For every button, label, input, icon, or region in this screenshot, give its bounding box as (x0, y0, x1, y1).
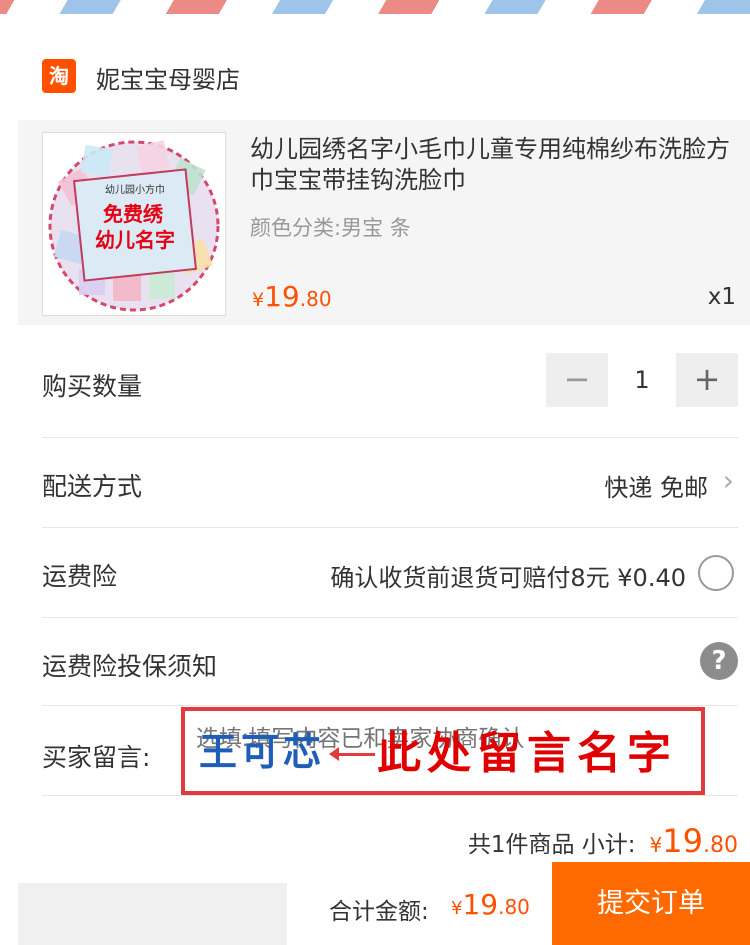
delivery-label: 配送方式 (42, 472, 143, 501)
help-icon[interactable]: ? (700, 642, 738, 680)
product-image: 幼儿园小方巾 免费绣 幼儿名字 (48, 140, 220, 312)
annotation-name: 王可芯 (199, 729, 326, 774)
checkout-bar: 合计金额: ¥19.80 提交订单 (287, 862, 750, 945)
insurance-value: 确认收货前退货可赔付8元 ¥0.40 (330, 564, 686, 592)
annotation-box: 王可芯 此处留言名字 (181, 707, 705, 795)
quantity-value[interactable]: 1 (608, 353, 676, 407)
bottom-filler (18, 883, 308, 945)
taobao-shop-icon: 淘 (42, 59, 76, 93)
subtotal-price: ¥19.80 (649, 822, 738, 860)
thumb-text-top: 幼儿园小方巾 (105, 183, 165, 196)
delivery-row[interactable]: 配送方式 快递 免邮 › (42, 438, 738, 528)
chevron-right-icon: › (722, 464, 734, 497)
total-decimal: .80 (498, 895, 530, 919)
subtotal-label: 共1件商品 小计: (467, 832, 636, 858)
total-label: 合计金额: (329, 899, 429, 925)
submit-order-button[interactable]: 提交订单 (552, 862, 750, 945)
insurance-notice-label: 运费险投保须知 (42, 652, 218, 681)
subtotal-currency: ¥ (649, 833, 663, 857)
insurance-row: 运费险 确认收货前退货可赔付8元 ¥0.40 (42, 528, 738, 618)
product-card[interactable]: 幼儿园小方巾 免费绣 幼儿名字 幼儿园绣名字小毛巾儿童专用纯棉纱布洗脸方巾宝宝带… (18, 120, 750, 325)
product-price: ¥19.80 (252, 280, 332, 313)
total-currency: ¥ (451, 898, 463, 919)
delivery-value: 快递 免邮 (604, 474, 708, 502)
insurance-radio[interactable] (698, 555, 734, 591)
quantity-label: 购买数量 (42, 372, 143, 401)
quantity-row: 购买数量 − 1 + (42, 353, 738, 438)
price-currency: ¥ (252, 289, 265, 311)
thumb-text-line2: 幼儿名字 (95, 228, 175, 252)
thumb-text-line1: 免费绣 (103, 202, 164, 226)
product-thumbnail[interactable]: 幼儿园小方巾 免费绣 幼儿名字 (42, 132, 226, 316)
price-integer: 19 (264, 280, 300, 313)
product-quantity: x1 (707, 284, 736, 310)
subtotal-integer: 19 (662, 822, 703, 860)
message-label: 买家留言: (42, 743, 151, 772)
arrow-left-icon (329, 747, 375, 761)
airmail-stripe (0, 0, 750, 14)
insurance-label: 运费险 (42, 562, 118, 591)
product-title[interactable]: 幼儿园绣名字小毛巾儿童专用纯棉纱布洗脸方巾宝宝带挂钩洗脸巾 (250, 134, 740, 196)
shop-name[interactable]: 妮宝宝母婴店 (96, 60, 240, 95)
total-integer: 19 (462, 888, 499, 921)
price-decimal: .80 (299, 287, 332, 311)
total-price: ¥19.80 (451, 888, 530, 921)
subtotal: 共1件商品 小计: ¥19.80 (468, 822, 738, 860)
annotation-instruction: 此处留言名字 (377, 728, 677, 779)
increment-button[interactable]: + (676, 353, 738, 407)
shop-header[interactable]: 淘 妮宝宝母婴店 (0, 30, 750, 120)
quantity-stepper[interactable]: − 1 + (546, 353, 738, 407)
insurance-notice-row[interactable]: 运费险投保须知 ? (42, 618, 738, 706)
product-sku: 颜色分类:男宝 条 (250, 216, 411, 240)
subtotal-decimal: .80 (703, 833, 738, 858)
decrement-button[interactable]: − (546, 353, 608, 407)
